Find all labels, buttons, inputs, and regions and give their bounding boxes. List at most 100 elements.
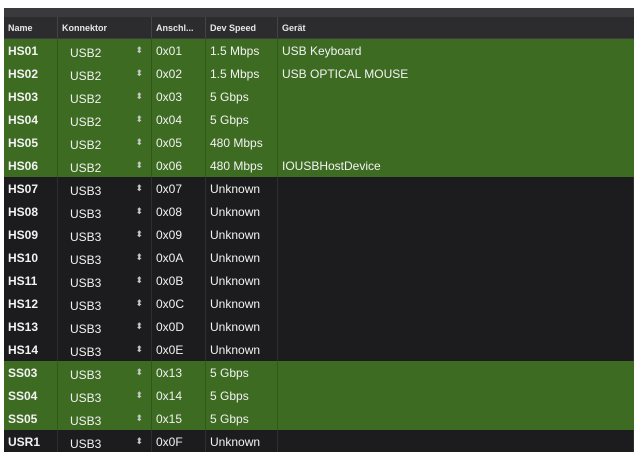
connector-value: USB2 [70,114,102,129]
connector-select[interactable]: USB3 ⬍ [58,269,152,292]
port-address-cell: 0x15 [152,407,206,430]
table-row[interactable]: HS04 USB2 ⬍ 0x04 5 Gbps [4,108,634,131]
table-row[interactable]: HS12 USB3 ⬍ 0x0C Unknown [4,292,634,315]
table-row[interactable]: SS05 USB3 ⬍ 0x15 5 Gbps [4,407,634,430]
connector-select[interactable]: USB2 ⬍ [58,108,152,131]
window-top-bar [4,8,634,17]
table-row[interactable]: HS07 USB3 ⬍ 0x07 Unknown [4,177,634,200]
connector-select[interactable]: USB3 ⬍ [58,315,152,338]
table-row[interactable]: HS14 USB3 ⬍ 0x0E Unknown [4,338,634,361]
table-row[interactable]: HS05 USB2 ⬍ 0x05 480 Mbps [4,131,634,154]
device-name-cell [278,315,634,338]
up-down-chevron-icon[interactable]: ⬍ [135,184,143,193]
table-row[interactable]: USR1 USB3 ⬍ 0x0F Unknown [4,430,634,452]
connector-select[interactable]: USB2 ⬍ [58,154,152,177]
connector-value: USB2 [70,137,102,152]
device-speed-cell: Unknown [206,177,278,200]
up-down-chevron-icon[interactable]: ⬍ [135,437,143,446]
port-address-cell: 0x0D [152,315,206,338]
up-down-chevron-icon[interactable]: ⬍ [135,276,143,285]
up-down-chevron-icon[interactable]: ⬍ [135,230,143,239]
table-row[interactable]: HS08 USB3 ⬍ 0x08 Unknown [4,200,634,223]
device-name-cell [278,131,634,154]
table-row[interactable]: HS11 USB3 ⬍ 0x0B Unknown [4,269,634,292]
table-row[interactable]: HS10 USB3 ⬍ 0x0A Unknown [4,246,634,269]
port-name-cell: HS02 [4,62,58,85]
connector-select[interactable]: USB2 ⬍ [58,62,152,85]
connector-select[interactable]: USB3 ⬍ [58,292,152,315]
table-row[interactable]: HS13 USB3 ⬍ 0x0D Unknown [4,315,634,338]
table-row[interactable]: HS01 USB2 ⬍ 0x01 1.5 Mbps USB Keyboard [4,39,634,62]
connector-select[interactable]: USB2 ⬍ [58,39,152,62]
table-row[interactable]: HS03 USB2 ⬍ 0x03 5 Gbps [4,85,634,108]
table-row[interactable]: HS02 USB2 ⬍ 0x02 1.5 Mbps USB OPTICAL MO… [4,62,634,85]
connector-value: USB3 [70,321,102,336]
device-speed-cell: 480 Mbps [206,154,278,177]
up-down-chevron-icon[interactable]: ⬍ [135,69,143,78]
connector-select[interactable]: USB3 ⬍ [58,430,152,452]
connector-select[interactable]: USB3 ⬍ [58,246,152,269]
up-down-chevron-icon[interactable]: ⬍ [135,207,143,216]
connector-value: USB3 [70,367,102,382]
port-address-cell: 0x06 [152,154,206,177]
connector-select[interactable]: USB2 ⬍ [58,131,152,154]
device-speed-cell: 1.5 Mbps [206,39,278,62]
up-down-chevron-icon[interactable]: ⬍ [135,115,143,124]
connector-select[interactable]: USB3 ⬍ [58,223,152,246]
up-down-chevron-icon[interactable]: ⬍ [135,92,143,101]
usb-port-table: Name Konnektor Anschl... Dev Speed Gerät… [4,8,634,452]
device-speed-cell: 5 Gbps [206,85,278,108]
device-speed-cell: 1.5 Mbps [206,62,278,85]
device-name-cell [278,223,634,246]
up-down-chevron-icon[interactable]: ⬍ [135,345,143,354]
up-down-chevron-icon[interactable]: ⬍ [135,46,143,55]
connector-select[interactable]: USB3 ⬍ [58,407,152,430]
connector-select[interactable]: USB3 ⬍ [58,384,152,407]
up-down-chevron-icon[interactable]: ⬍ [135,391,143,400]
device-name-cell [278,269,634,292]
connector-select[interactable]: USB3 ⬍ [58,177,152,200]
up-down-chevron-icon[interactable]: ⬍ [135,368,143,377]
port-address-cell: 0x05 [152,131,206,154]
table-row[interactable]: HS06 USB2 ⬍ 0x06 480 Mbps IOUSBHostDevic… [4,154,634,177]
table-header: Name Konnektor Anschl... Dev Speed Gerät [4,17,634,39]
port-address-cell: 0x01 [152,39,206,62]
device-name-cell: USB OPTICAL MOUSE [282,66,409,81]
up-down-chevron-icon[interactable]: ⬍ [135,161,143,170]
connector-select[interactable]: USB3 ⬍ [58,200,152,223]
up-down-chevron-icon[interactable]: ⬍ [135,253,143,262]
connector-select[interactable]: USB2 ⬍ [58,85,152,108]
device-name-cell: IOUSBHostDevice [282,158,381,173]
up-down-chevron-icon[interactable]: ⬍ [135,138,143,147]
port-name-cell: HS14 [4,338,58,361]
column-header-name[interactable]: Name [4,17,58,38]
up-down-chevron-icon[interactable]: ⬍ [135,414,143,423]
column-header-port[interactable]: Anschl... [152,17,206,38]
device-speed-cell: 5 Gbps [206,108,278,131]
column-header-device[interactable]: Gerät [278,17,634,38]
port-name-cell: HS12 [4,292,58,315]
device-name-cell [278,430,634,452]
port-name-cell: HS04 [4,108,58,131]
connector-select[interactable]: USB3 ⬍ [58,338,152,361]
up-down-chevron-icon[interactable]: ⬍ [135,299,143,308]
port-name-cell: HS11 [4,269,58,292]
device-name-cell [278,200,634,223]
connector-value: USB3 [70,344,102,359]
device-name-cell [278,384,634,407]
port-address-cell: 0x0F [152,430,206,452]
table-row[interactable]: SS03 USB3 ⬍ 0x13 5 Gbps [4,361,634,384]
port-name-cell: HS07 [4,177,58,200]
table-row[interactable]: SS04 USB3 ⬍ 0x14 5 Gbps [4,384,634,407]
connector-select[interactable]: USB3 ⬍ [58,361,152,384]
device-speed-cell: Unknown [206,292,278,315]
table-body: HS01 USB2 ⬍ 0x01 1.5 Mbps USB Keyboard H… [4,39,634,452]
up-down-chevron-icon[interactable]: ⬍ [135,322,143,331]
port-name-cell: HS01 [4,39,58,62]
table-row[interactable]: HS09 USB3 ⬍ 0x09 Unknown [4,223,634,246]
device-speed-cell: Unknown [206,269,278,292]
column-header-speed[interactable]: Dev Speed [206,17,278,38]
device-name-cell [278,177,634,200]
connector-value: USB3 [70,206,102,221]
column-header-connector[interactable]: Konnektor [58,17,152,38]
